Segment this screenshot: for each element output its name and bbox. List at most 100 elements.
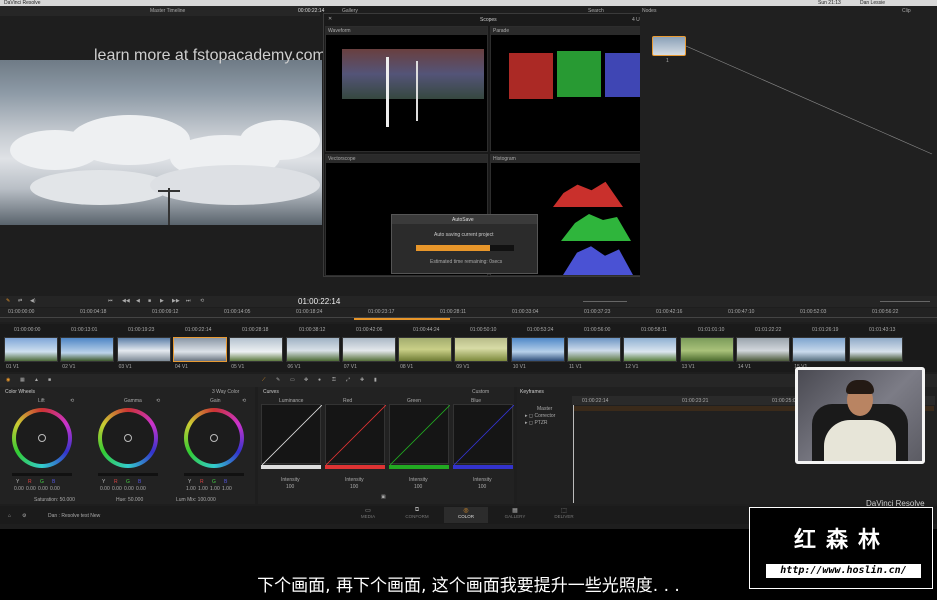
wheel-reset-icon[interactable]: ⟲ (156, 398, 160, 404)
timeline-zoom-slider[interactable] (880, 301, 930, 302)
channel-value[interactable]: 1.00 (210, 486, 220, 492)
saturation-value[interactable]: Saturation: 50.000 (34, 497, 75, 503)
channel-value[interactable]: 0.00 (124, 486, 134, 492)
video-icon[interactable]: ■ (48, 377, 51, 383)
channel-value[interactable]: 0.00 (136, 486, 146, 492)
channel-value[interactable]: 1.00 (186, 486, 196, 492)
settings-icon[interactable]: ⚙ (22, 513, 26, 519)
color-wheel[interactable] (12, 408, 72, 468)
clip-thumbnail[interactable] (848, 337, 903, 362)
keyframe-row-corrector[interactable]: ▸ ◻ Corrector (525, 413, 555, 419)
page-tab-gallery[interactable]: ▦ GALLERY (493, 507, 537, 523)
window-icon[interactable]: ▭ (290, 377, 295, 383)
play-icon[interactable]: ▶ (160, 298, 164, 304)
curves-reset-icon[interactable]: ▣ (381, 494, 386, 500)
intensity-value[interactable]: 100 (286, 484, 294, 490)
clip-thumbnail[interactable] (285, 337, 340, 362)
intensity-value[interactable]: 100 (414, 484, 422, 490)
loop-icon[interactable]: ⟲ (200, 298, 204, 304)
curve-graph[interactable] (261, 404, 322, 465)
tracker-icon[interactable]: ✥ (304, 377, 308, 383)
nodes-label[interactable]: Nodes (642, 8, 656, 14)
channel-value[interactable]: 1.00 (198, 486, 208, 492)
hue-value[interactable]: Hue: 50.000 (116, 497, 143, 503)
color-wheel[interactable] (98, 408, 158, 468)
wheel-reset-icon[interactable]: ⟲ (70, 398, 74, 404)
zoom-slider[interactable] (583, 301, 627, 302)
wheel-puck[interactable] (38, 434, 46, 442)
master-wheel-slider[interactable] (12, 473, 72, 476)
clip-thumbnail[interactable] (398, 337, 453, 362)
corrector-node[interactable] (652, 36, 686, 56)
color-match-icon[interactable]: ▦ (20, 377, 25, 383)
blur-icon[interactable]: ● (318, 377, 321, 383)
channel-value[interactable]: 0.00 (112, 486, 122, 492)
page-tab-color[interactable]: ◎ COLOR (444, 507, 488, 523)
viewer-image[interactable] (0, 60, 322, 225)
timeline-selector[interactable]: Master Timeline (150, 8, 185, 14)
skip-start-icon[interactable]: ⏮ (108, 298, 113, 304)
stop-icon[interactable]: ■ (148, 298, 151, 304)
close-icon[interactable]: ✕ (328, 16, 332, 22)
master-wheel-slider[interactable] (184, 473, 244, 476)
wheel-puck[interactable] (124, 434, 132, 442)
clip-thumbnail[interactable] (229, 337, 284, 362)
key-icon[interactable]: ⚿ (332, 377, 336, 383)
camera-raw-icon[interactable]: ◉ (6, 377, 10, 383)
clip-thumbnail[interactable] (454, 337, 509, 362)
page-tab-conform[interactable]: ⧉ CONFORM (395, 507, 439, 523)
wheel-mode-select[interactable]: 3 Way Color (212, 389, 239, 395)
prev-frame-icon[interactable]: ◀◀ (122, 298, 130, 304)
primaries-icon[interactable]: ▲ (34, 377, 39, 383)
clip-selector[interactable]: Clip (902, 8, 911, 14)
curve-graph[interactable] (325, 404, 386, 465)
channel-value[interactable]: 0.00 (14, 486, 24, 492)
clip-thumbnail[interactable] (60, 337, 115, 362)
next-frame-icon[interactable]: ▶▶ (172, 298, 180, 304)
curves-tool-icon[interactable]: ⟋ (262, 377, 266, 383)
pencil-icon[interactable]: ✎ (6, 298, 10, 304)
shuffle-icon[interactable]: ⇄ (18, 298, 22, 304)
clip-thumbnail[interactable] (623, 337, 678, 362)
channel-value[interactable]: 0.00 (26, 486, 36, 492)
intensity-value[interactable]: 100 (350, 484, 358, 490)
clip-thumbnail[interactable] (510, 337, 565, 362)
color-wheel[interactable] (184, 408, 244, 468)
project-manager-icon[interactable]: ⌂ (8, 513, 11, 519)
curve-graph[interactable] (453, 404, 514, 465)
stereo-icon[interactable]: ✚ (360, 377, 364, 383)
wheel-reset-icon[interactable]: ⟲ (242, 398, 246, 404)
clip-thumbnail[interactable] (679, 337, 734, 362)
channel-value[interactable]: 0.00 (100, 486, 110, 492)
clip-timecode: 01:01:43:13 (869, 327, 896, 333)
curve-graph[interactable] (389, 404, 450, 465)
channel-value[interactable]: 1.00 (222, 486, 232, 492)
clip-thumbnail[interactable] (172, 337, 227, 362)
clip-thumbnail[interactable] (792, 337, 847, 362)
sizing-icon[interactable]: ⤢ (346, 377, 350, 383)
intensity-value[interactable]: 100 (478, 484, 486, 490)
page-tab-media[interactable]: ▭ MEDIA (346, 507, 390, 523)
info-icon[interactable]: ▮ (374, 377, 377, 383)
channel-value[interactable]: 0.00 (38, 486, 48, 492)
channel-label: G (40, 479, 44, 485)
keyframe-row-ptzr[interactable]: ▸ ◻ PTZR (525, 420, 548, 426)
curves-mode-select[interactable]: Custom (472, 389, 489, 395)
speaker-icon[interactable]: ◀) (30, 298, 36, 304)
timeline-ruler[interactable]: 01:00:00:00 01:00:04:18 01:00:09:12 01:00:1… (0, 308, 937, 322)
channel-value[interactable]: 0.00 (50, 486, 60, 492)
lum-mix-value[interactable]: Lum Mix: 100.000 (176, 497, 216, 503)
clip-thumbnail[interactable] (567, 337, 621, 362)
reverse-icon[interactable]: ◀ (136, 298, 140, 304)
clip-thumbnail[interactable] (4, 337, 58, 362)
clip-thumbnail[interactable] (735, 337, 790, 362)
page-tab-deliver[interactable]: ⬚ DELIVER (542, 507, 586, 523)
wheel-puck[interactable] (210, 434, 218, 442)
master-wheel-slider[interactable] (98, 473, 158, 476)
qualifier-icon[interactable]: ✎ (276, 377, 280, 383)
clip-thumbnail[interactable] (116, 337, 171, 362)
skip-end-icon[interactable]: ⏭ (186, 298, 191, 304)
clip-timecode: 01:00:13:01 (71, 327, 98, 333)
clip-thumbnail[interactable] (341, 337, 396, 362)
keyframe-row-master[interactable]: Master (537, 406, 552, 412)
